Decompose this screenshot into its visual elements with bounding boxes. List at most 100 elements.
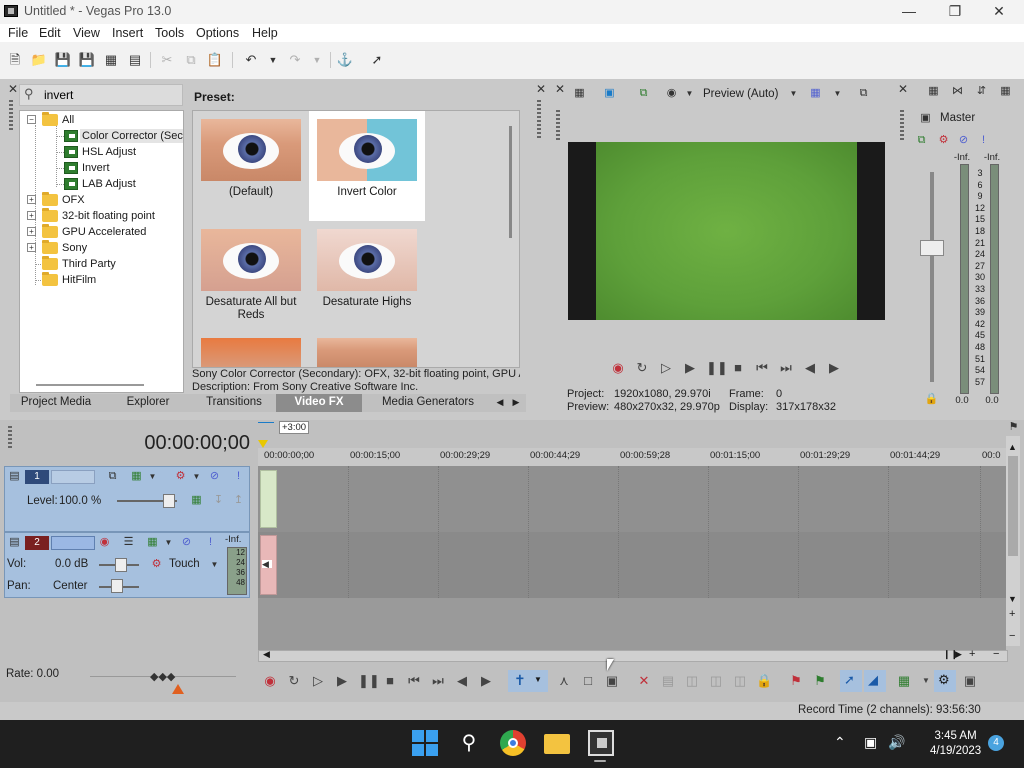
windows-start-icon[interactable] [412, 730, 438, 756]
undo-icon[interactable]: ↶ [242, 51, 260, 69]
redo-dropdown-icon[interactable]: ▼ [308, 51, 326, 69]
file-explorer-icon[interactable] [544, 734, 570, 754]
make-parent-icon[interactable]: ↥ [231, 493, 246, 508]
tab-video-fx[interactable]: Video FX [276, 394, 362, 412]
master-automation-icon[interactable]: ⚙ [936, 133, 951, 148]
scroll-left-icon[interactable]: ◀ [263, 649, 270, 660]
preview-grip[interactable] [556, 110, 560, 140]
properties-icon[interactable]: ▤ [126, 51, 144, 69]
tree-node-lab-adjust[interactable]: LAB Adjust [82, 177, 136, 191]
compositing-icon[interactable]: ▦ [189, 493, 204, 508]
tree-node-hitfilm[interactable]: HitFilm [62, 273, 96, 287]
open-folder-icon[interactable]: 📁 [30, 51, 48, 69]
make-child-icon[interactable]: ↧ [211, 493, 226, 508]
tab-scroll-right-icon[interactable]: ▶ [510, 394, 522, 412]
lock-envelopes-button[interactable]: ⚙ [934, 670, 956, 692]
master-fx-icon[interactable]: ⧉ [914, 133, 929, 148]
track-collapse-icon[interactable]: ▤ [7, 469, 22, 484]
track-name-field[interactable] [51, 470, 95, 484]
master-link-icon[interactable]: ⋈ [950, 84, 965, 99]
automation-dropdown-icon[interactable]: ▼ [189, 469, 204, 484]
scroll-up-icon[interactable]: ▲ [1008, 442, 1017, 452]
trim-start-icon[interactable]: ◫ [684, 673, 700, 689]
preset-default[interactable]: (Default) [193, 111, 309, 221]
tab-media-generators[interactable]: Media Generators [366, 394, 490, 412]
track-fx-icon[interactable]: ▦ [129, 469, 144, 484]
track-lane-audio[interactable] [258, 532, 1006, 598]
play-icon[interactable]: ▶ [682, 360, 698, 376]
scroll-down-icon[interactable]: ▼ [1008, 594, 1017, 604]
menu-view[interactable]: View [73, 26, 100, 40]
stop-icon[interactable]: ■ [382, 673, 398, 689]
touch-mode-label[interactable]: Touch [169, 558, 200, 570]
tree-node-sony[interactable]: Sony [62, 241, 87, 255]
zoom-out-vertical-icon[interactable]: − [1009, 630, 1015, 642]
previous-frame-icon[interactable]: ◀ [802, 360, 818, 376]
track-solo-icon[interactable]: ! [231, 469, 246, 484]
save-icon[interactable]: 💾 [54, 51, 72, 69]
go-to-end-icon[interactable]: ⏭ [778, 360, 794, 376]
track-collapse-icon[interactable]: ▤ [7, 535, 22, 550]
menu-help[interactable]: Help [252, 26, 278, 40]
copy-icon[interactable]: ⧉ [182, 51, 200, 69]
record-icon[interactable]: ◉ [610, 360, 626, 376]
redo-icon[interactable]: ↷ [286, 51, 304, 69]
tab-scroll-left-icon[interactable]: ◀ [494, 394, 506, 412]
invert-phase-icon[interactable]: ☰ [121, 535, 136, 550]
new-project-icon[interactable]: 🗎 [6, 51, 24, 69]
loop-playback-icon[interactable]: ↻ [634, 360, 650, 376]
track-automation-icon[interactable]: ⚙ [173, 469, 188, 484]
rate-center-icon[interactable] [172, 684, 184, 694]
level-slider[interactable] [163, 494, 175, 508]
minimize-button[interactable]: — [886, 0, 932, 24]
master-lock-icon[interactable]: 🔒 [924, 392, 939, 407]
track-fx-dropdown-icon[interactable]: ▼ [145, 469, 160, 484]
vscroll-thumb[interactable] [1008, 456, 1018, 556]
cut-icon[interactable]: ✂ [158, 51, 176, 69]
track-solo-icon[interactable]: ! [203, 535, 218, 550]
touch-dropdown-icon[interactable]: ▼ [207, 557, 222, 572]
tree-node-invert[interactable]: Invert [82, 161, 110, 175]
enable-snapping-icon[interactable]: ⚓ [336, 51, 354, 69]
preset-invert-color[interactable]: Invert Color [309, 111, 425, 221]
pause-icon[interactable]: ❚❚ [358, 673, 380, 689]
expand-icon[interactable]: + [27, 211, 36, 220]
lock-icon[interactable]: 🔒 [756, 673, 772, 689]
ignore-grouping-icon[interactable]: ▣ [962, 673, 978, 689]
go-to-end-icon[interactable]: ⏭ [430, 673, 446, 689]
menu-options[interactable]: Options [196, 26, 239, 40]
show-hidden-icons-icon[interactable]: ⌃ [834, 734, 846, 751]
play-from-start-icon[interactable]: ▷ [658, 360, 674, 376]
next-frame-icon[interactable]: ▶ [478, 673, 494, 689]
search-taskbar-icon[interactable]: ⚲ [456, 730, 482, 756]
zoom-in-vertical-icon[interactable]: + [1009, 608, 1015, 620]
menu-file[interactable]: File [8, 26, 28, 40]
panel-grip[interactable] [9, 100, 13, 130]
close-panel-icon[interactable]: ✕ [8, 82, 18, 96]
split-screen-icon[interactable]: ◉ [664, 86, 679, 101]
tree-node-all[interactable]: All [62, 113, 74, 127]
arm-record-icon[interactable]: ◉ [97, 535, 112, 550]
master-downmix-icon[interactable]: ⇵ [974, 84, 989, 99]
master-channels-icon[interactable]: ▦ [998, 84, 1013, 99]
save-as-icon[interactable]: 💾 [78, 51, 96, 69]
track-mute-icon[interactable]: ⊘ [179, 535, 194, 550]
play-icon[interactable]: ▶ [334, 673, 350, 689]
pause-icon[interactable]: ❚❚ [706, 360, 728, 376]
chrome-icon[interactable] [500, 730, 526, 756]
vegas-taskbar-icon[interactable] [588, 730, 614, 756]
restore-button[interactable]: ❐ [932, 0, 978, 24]
what-is-this-icon[interactable]: ➚ [368, 51, 386, 69]
tree-horizontal-scrollbar[interactable] [36, 384, 144, 386]
stop-icon[interactable]: ■ [730, 360, 746, 376]
previous-frame-icon[interactable]: ◀ [454, 673, 470, 689]
auto-crossfade-button[interactable]: ◢ [864, 670, 886, 692]
menu-tools[interactable]: Tools [155, 26, 184, 40]
close-window-button[interactable]: ✕ [976, 0, 1022, 24]
tab-transitions[interactable]: Transitions [194, 394, 274, 412]
master-fader[interactable] [920, 240, 944, 256]
zoom-out-horizontal-icon[interactable]: − [993, 648, 999, 660]
preset-partial[interactable] [309, 333, 425, 367]
network-icon[interactable]: ▣ [864, 734, 877, 751]
marker-tool-icon[interactable]: ⚑ [1006, 420, 1021, 435]
